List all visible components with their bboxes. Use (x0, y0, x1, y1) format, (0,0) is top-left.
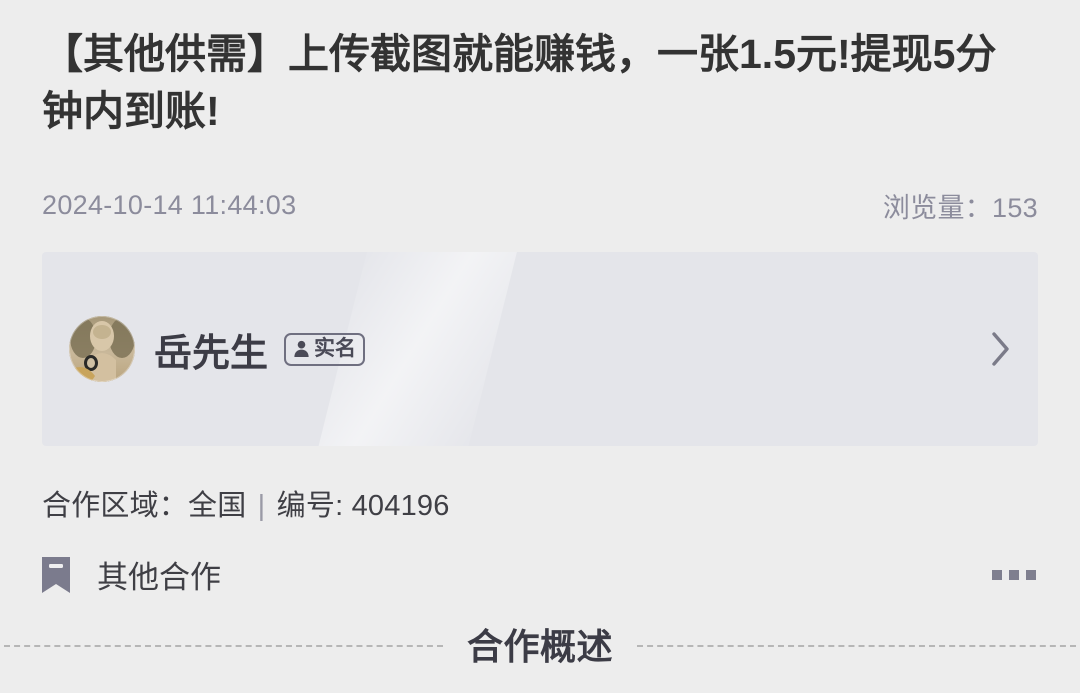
cooperation-region: 合作区域：全国 (42, 490, 247, 522)
divider-line-left (4, 644, 443, 647)
avatar[interactable] (69, 316, 135, 382)
status-badge: 实名 (284, 332, 366, 366)
post-view-count: 浏览量：153 (882, 193, 1038, 223)
status-badge-label: 实名 (314, 337, 357, 360)
more-dot (1009, 569, 1019, 580)
section-title: 合作概述 (467, 626, 614, 667)
post-meta-row: 2024-10-14 11:44:03 浏览量：153 (42, 186, 1038, 225)
divider-line-right (637, 644, 1077, 647)
person-icon (294, 340, 309, 358)
cooperation-id: 编号: 404196 (276, 490, 450, 522)
post-timestamp: 2024-10-14 11:44:03 (42, 190, 297, 220)
more-options-icon[interactable] (990, 564, 1038, 586)
section-divider: 合作概述 (0, 618, 1080, 670)
cooperation-info-line: 合作区域：全国 | 编号: 404196 (42, 482, 450, 524)
category-label: 其他合作 (97, 560, 221, 595)
more-dot (1026, 569, 1036, 580)
more-dot (992, 569, 1002, 580)
user-profile-card[interactable]: 岳先生 实名 (42, 252, 1038, 446)
user-name: 岳先生 (154, 332, 269, 375)
chevron-right-icon[interactable] (990, 330, 1012, 368)
post-detail-page: 【其他供需】上传截图就能赚钱，一张1.5元!提现5分钟内到账! 2024-10-… (0, 0, 1080, 693)
bookmark-icon (42, 556, 70, 593)
user-profile-row[interactable]: 岳先生 实名 (42, 252, 1038, 446)
info-separator: | (257, 490, 266, 522)
category-row: 其他合作 (42, 552, 1038, 597)
page-title: 【其他供需】上传截图就能赚钱，一张1.5元!提现5分钟内到账! (42, 31, 997, 134)
